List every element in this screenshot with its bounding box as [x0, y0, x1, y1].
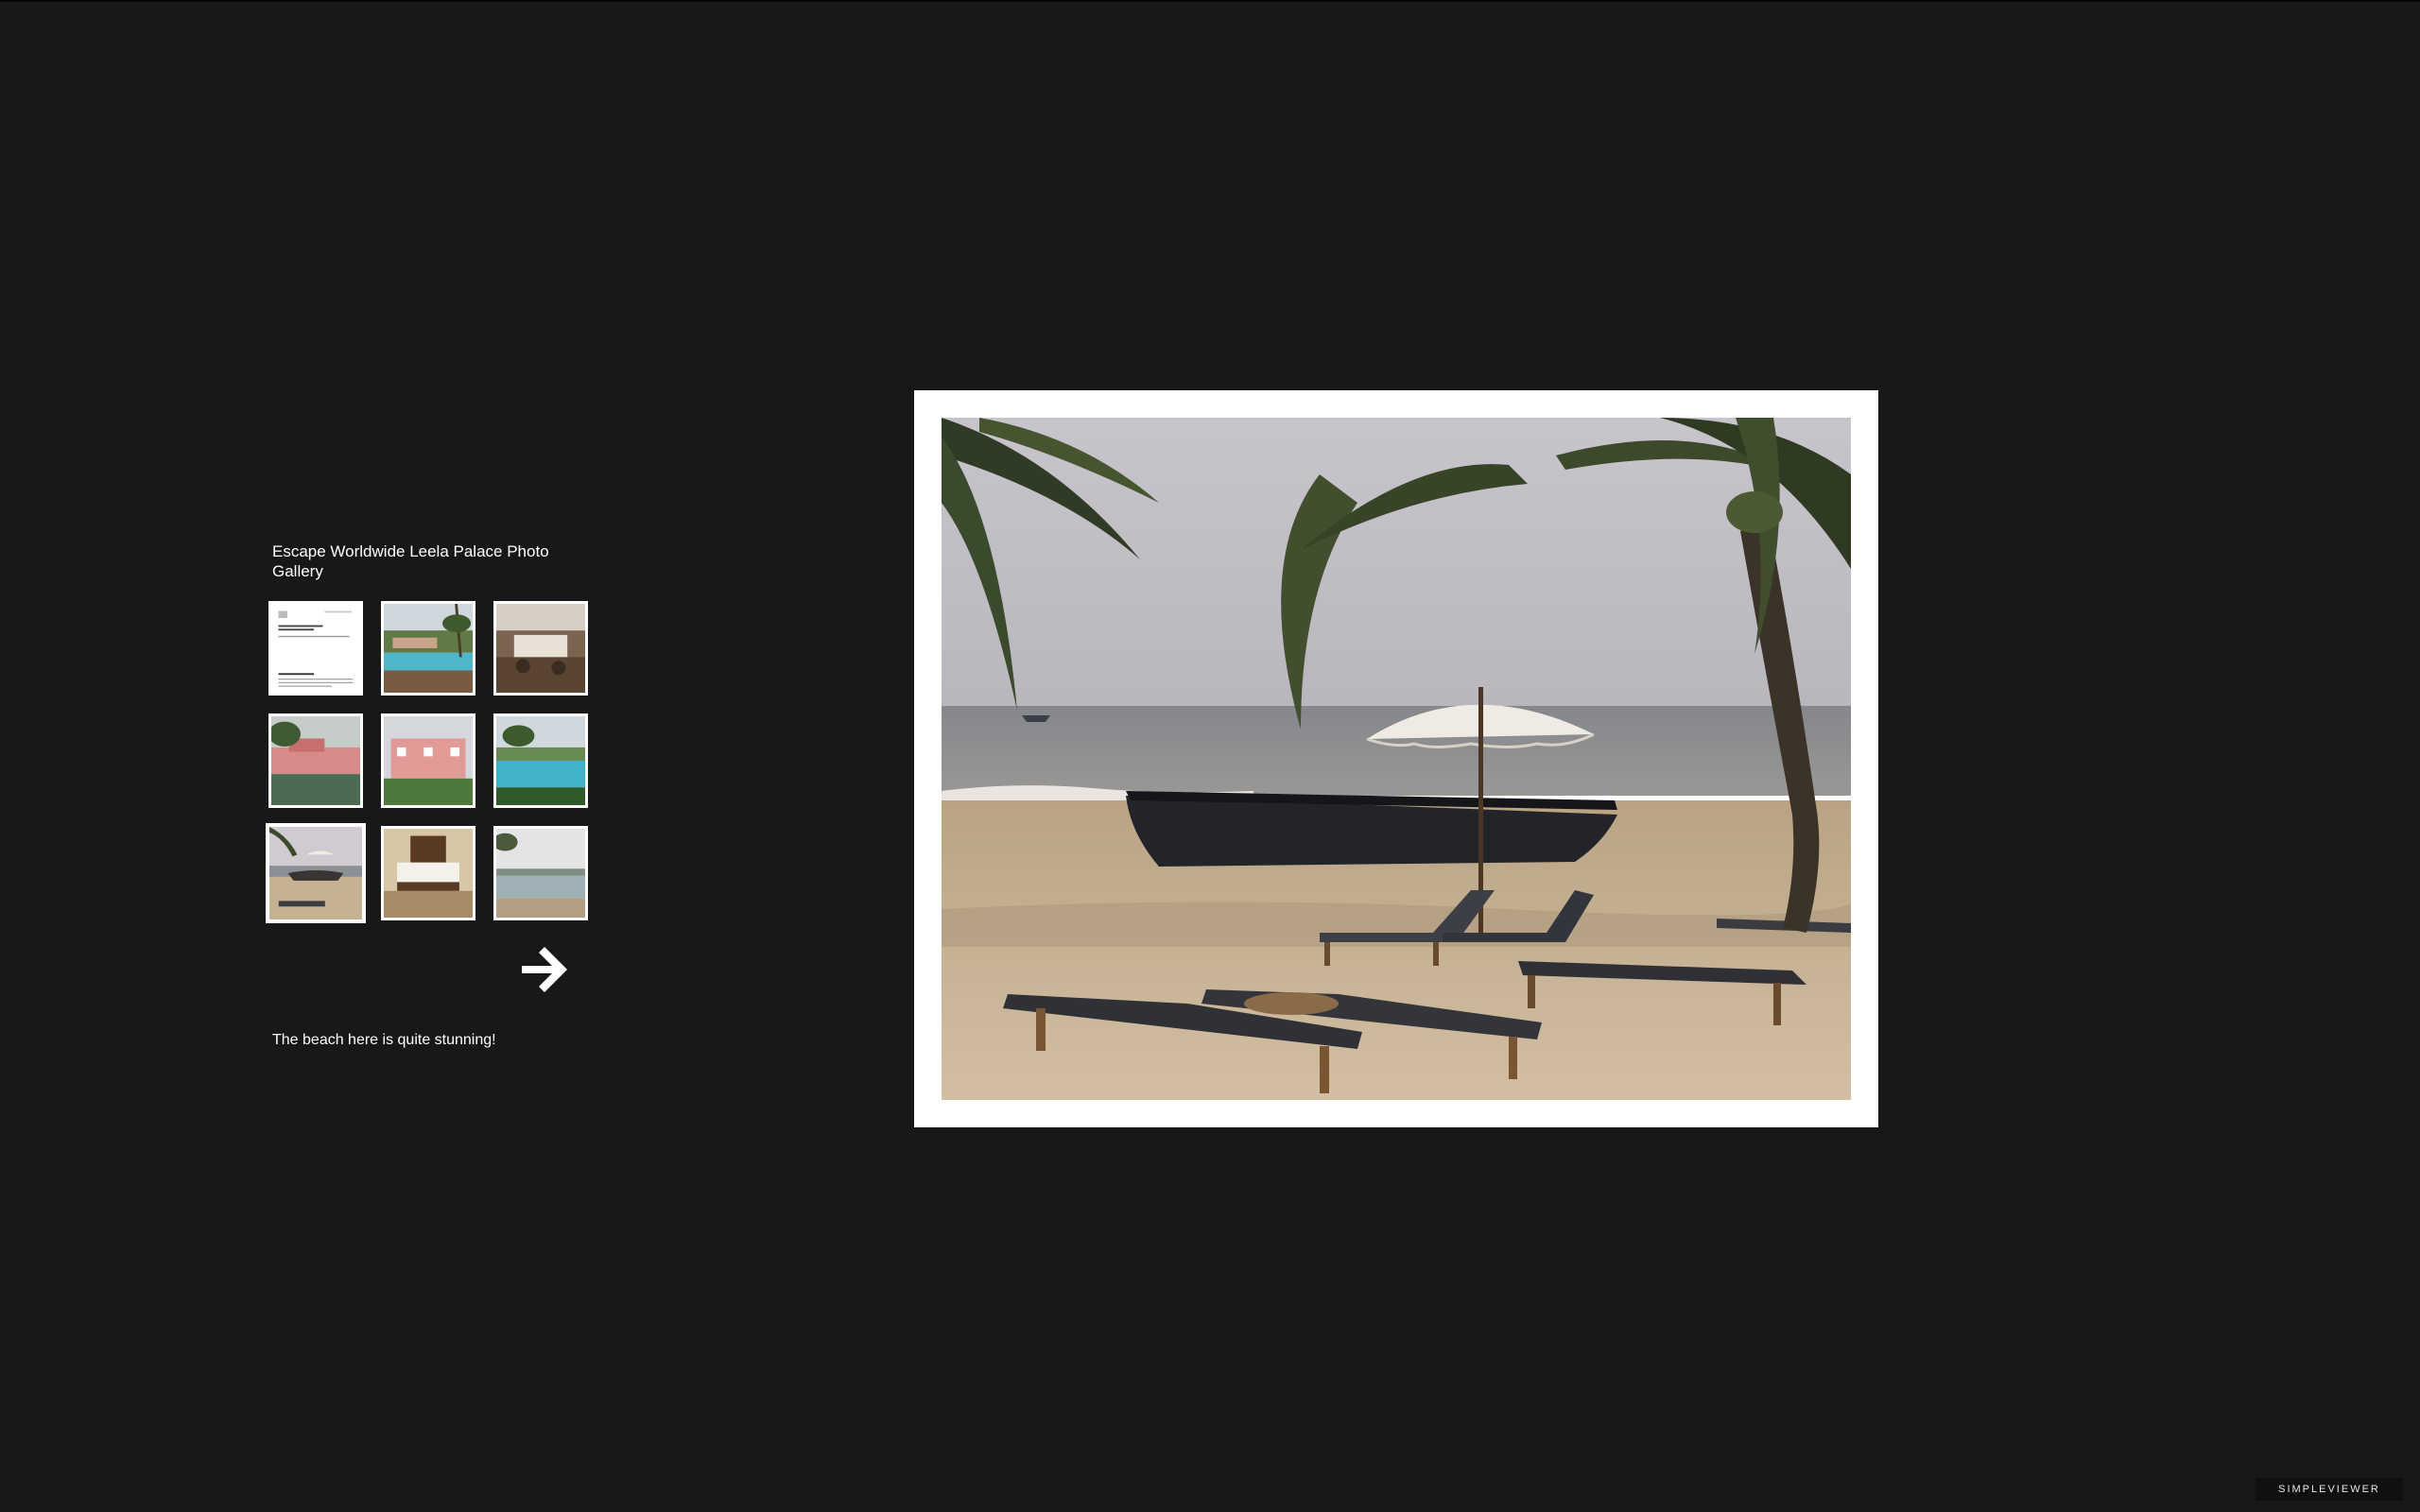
main-image[interactable]	[942, 418, 1851, 1100]
thumb-resort-pool[interactable]	[381, 601, 475, 696]
thumbnail-grid	[266, 601, 590, 923]
main-image-frame[interactable]	[914, 390, 1878, 1127]
thumb-pink-villas[interactable]	[268, 713, 363, 808]
thumb-document[interactable]	[268, 601, 363, 696]
thumb-restaurant[interactable]	[493, 601, 588, 696]
next-page-button[interactable]	[518, 945, 571, 994]
thumb-infinity-pool[interactable]	[493, 826, 588, 920]
thumb-bedroom[interactable]	[381, 826, 475, 920]
image-caption: The beach here is quite stunning!	[272, 1032, 496, 1048]
arrow-right-icon	[522, 947, 567, 992]
thumb-pink-villas-2[interactable]	[381, 713, 475, 808]
gallery-title: Escape Worldwide Leela Palace Photo Gall…	[272, 542, 549, 580]
thumb-beach[interactable]	[266, 823, 366, 923]
simpleviewer-brand-label[interactable]: SimpleViewer	[2256, 1478, 2403, 1501]
thumb-lagoon-pool[interactable]	[493, 713, 588, 808]
